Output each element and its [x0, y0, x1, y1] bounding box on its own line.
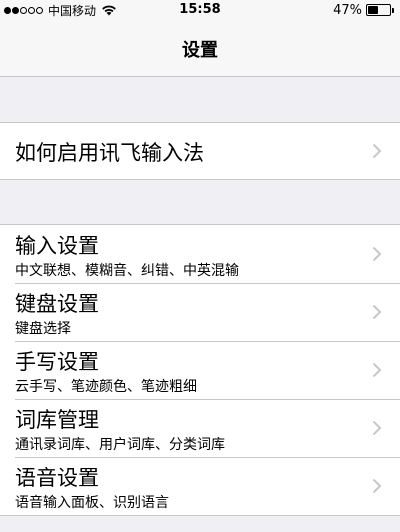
battery-tip — [392, 7, 394, 13]
settings-group-main: 输入设置 中文联想、模糊音、纠错、中英混输 键盘设置 键盘选择 手写设置 云手写… — [0, 224, 400, 516]
chevron-right-icon — [372, 420, 382, 436]
chevron-right-icon — [372, 304, 382, 320]
chevron-right-icon — [372, 478, 382, 494]
status-bar: 中国移动 15:58 47% — [0, 0, 400, 20]
settings-row-voice[interactable]: 语音设置 语音输入面板、识别语言 — [0, 457, 400, 515]
settings-row-input[interactable]: 输入设置 中文联想、模糊音、纠错、中英混输 — [0, 225, 400, 283]
battery-fill — [368, 6, 378, 14]
row-title: 如何启用讯飞输入法 — [15, 141, 204, 165]
settings-row-handwriting[interactable]: 手写设置 云手写、笔迹颜色、笔迹粗细 — [0, 341, 400, 399]
row-subtitle: 云手写、笔迹颜色、笔迹粗细 — [15, 379, 197, 395]
status-right: 47% — [333, 2, 394, 18]
settings-row-dictionary[interactable]: 词库管理 通讯录词库、用户词库、分类词库 — [0, 399, 400, 457]
settings-row-keyboard[interactable]: 键盘设置 键盘选择 — [0, 283, 400, 341]
navigation-bar: 设置 — [0, 20, 400, 77]
row-title: 手写设置 — [15, 350, 99, 374]
battery-icon — [366, 4, 391, 16]
settings-group-help: 如何启用讯飞输入法 — [0, 122, 400, 180]
row-subtitle: 通讯录词库、用户词库、分类词库 — [15, 437, 225, 453]
row-subtitle: 语音输入面板、识别语言 — [15, 495, 169, 511]
chevron-right-icon — [372, 143, 382, 159]
page-title: 设置 — [182, 40, 218, 61]
chevron-right-icon — [372, 362, 382, 378]
row-subtitle: 中文联想、模糊音、纠错、中英混输 — [15, 263, 239, 279]
chevron-right-icon — [372, 246, 382, 262]
row-title: 输入设置 — [15, 234, 99, 258]
row-title: 词库管理 — [15, 408, 99, 432]
row-title: 键盘设置 — [15, 292, 99, 316]
battery-percent: 47% — [333, 2, 362, 18]
row-title: 语音设置 — [15, 466, 99, 490]
settings-row-enable-guide[interactable]: 如何启用讯飞输入法 — [0, 123, 400, 179]
row-subtitle: 键盘选择 — [15, 321, 71, 337]
